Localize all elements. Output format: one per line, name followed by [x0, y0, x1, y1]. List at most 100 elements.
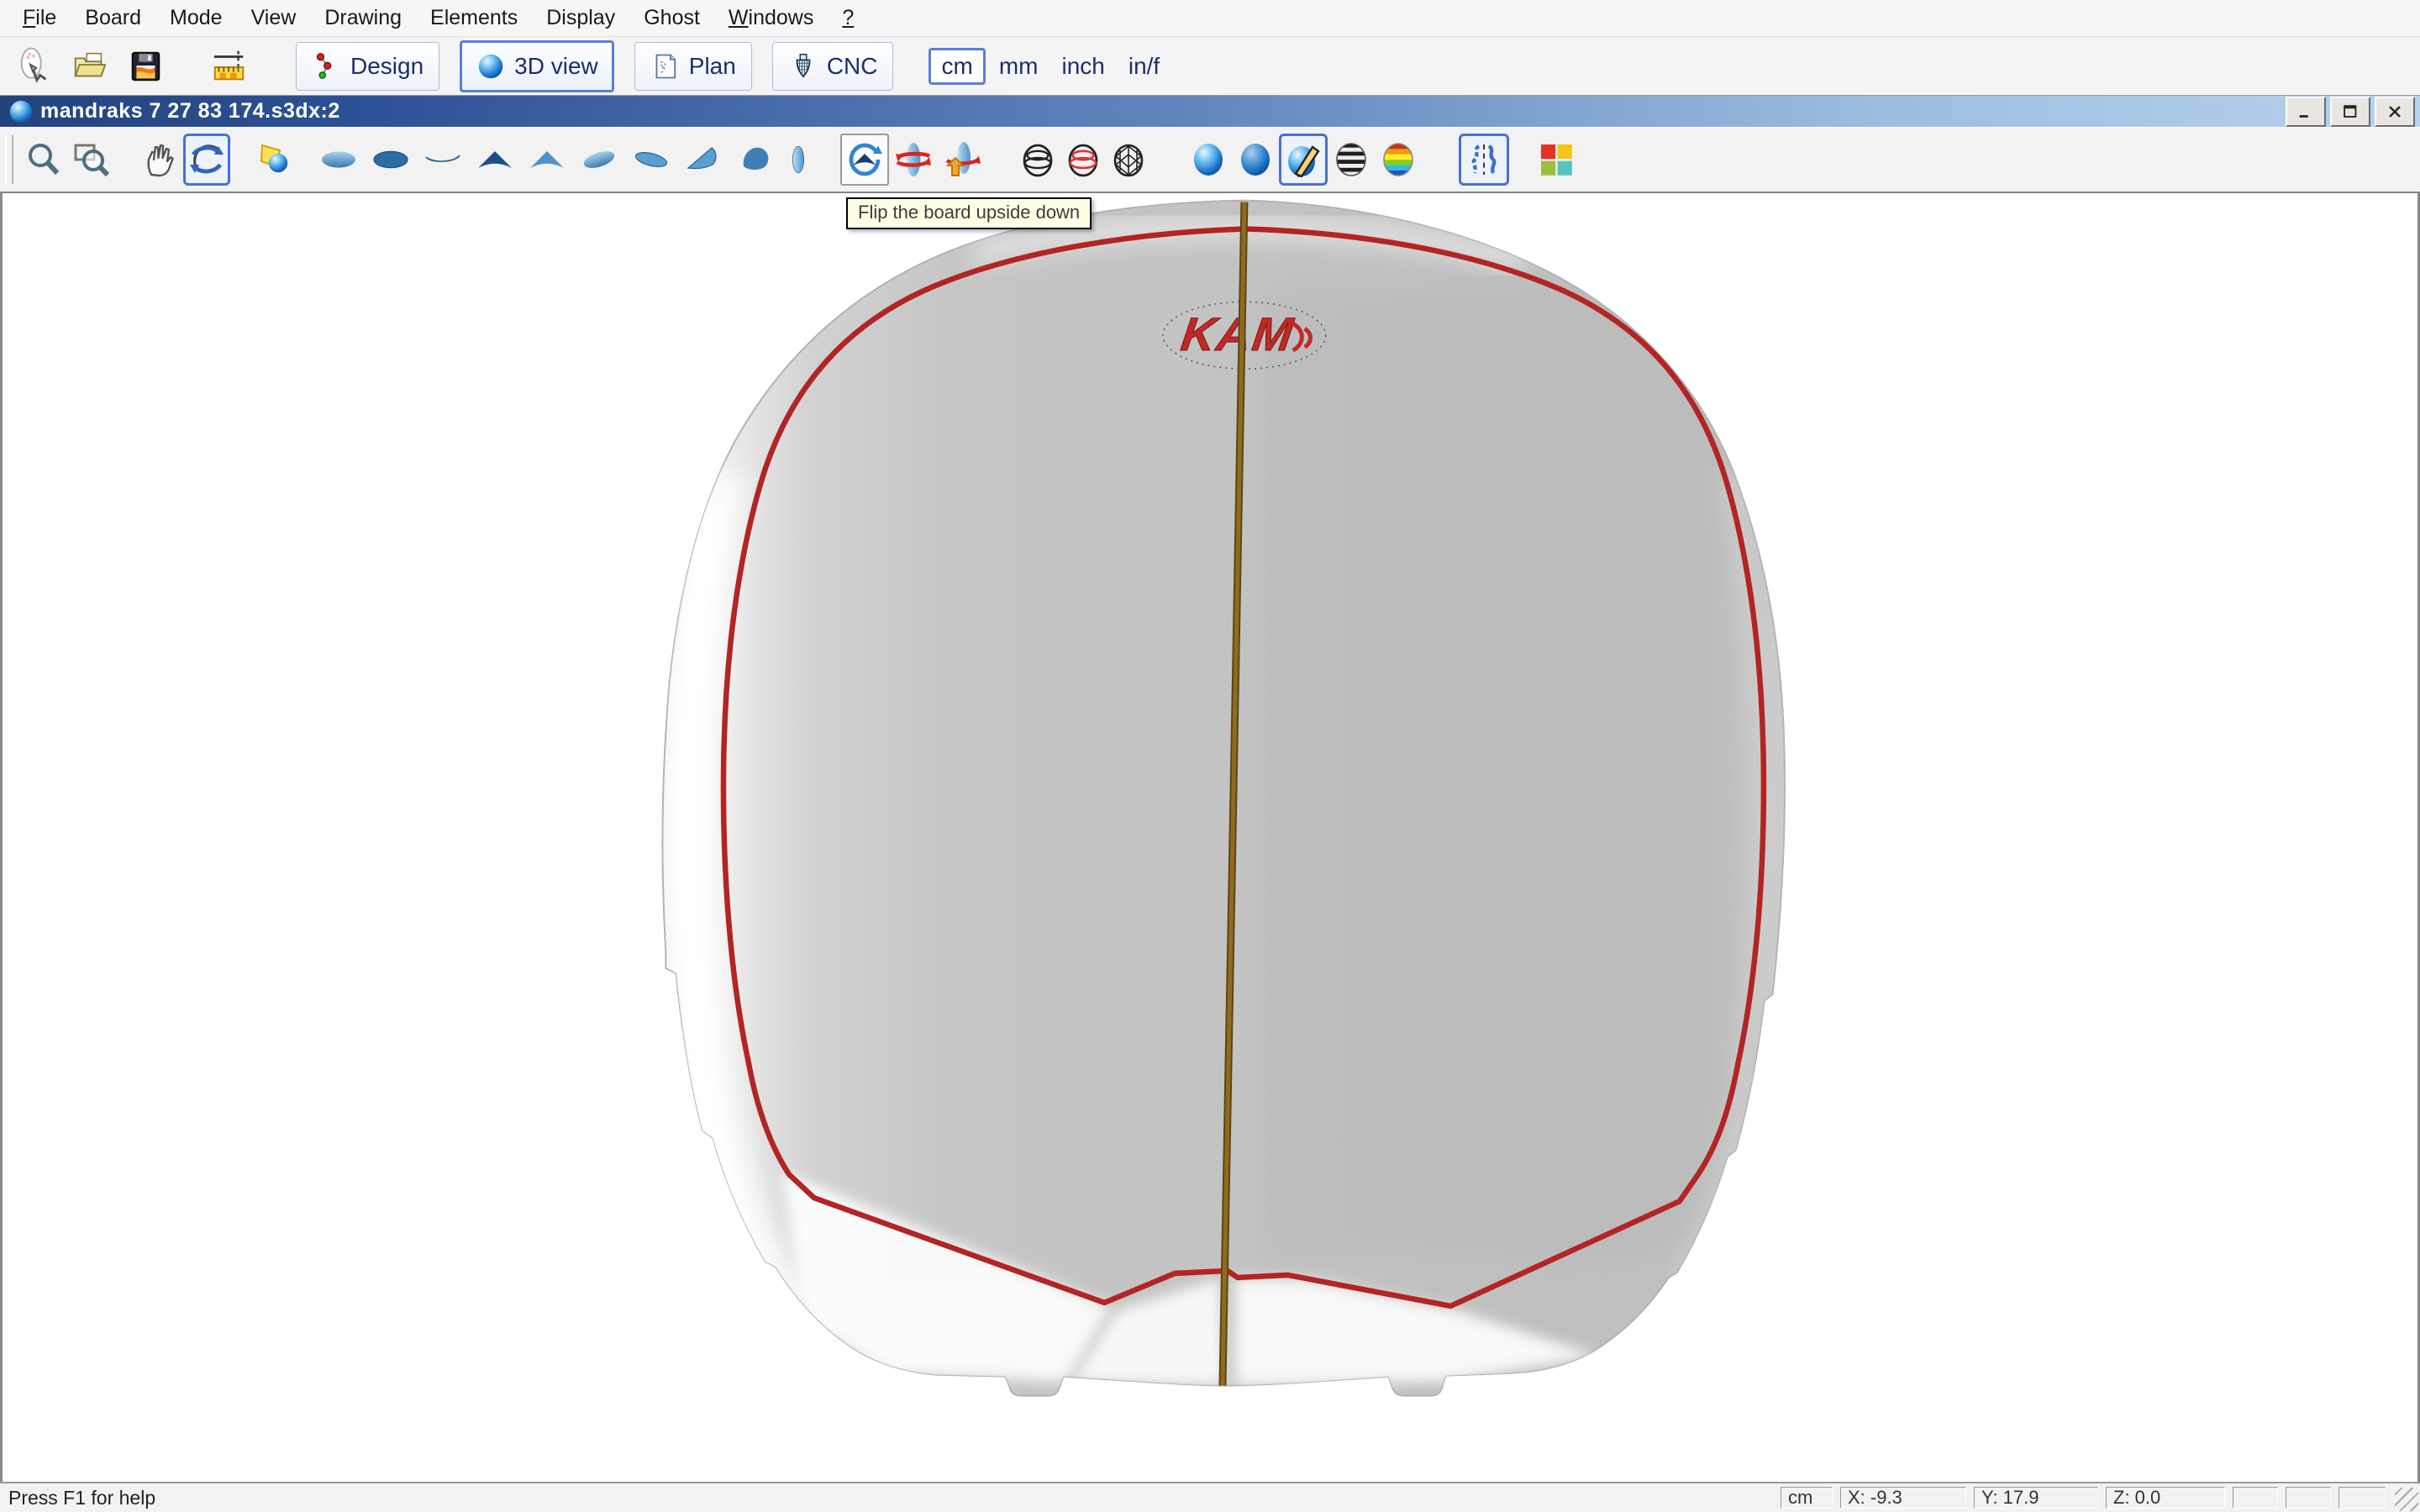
view-toolbar [0, 127, 2420, 192]
menu-drawing[interactable]: Drawing [310, 3, 416, 34]
status-empty-panel-2 [2286, 1487, 2331, 1509]
view-perspective-3-button[interactable] [677, 134, 729, 186]
view-perspective-2-button[interactable] [625, 134, 677, 186]
zoom-window-button[interactable] [67, 134, 114, 186]
maximize-button[interactable] [2330, 97, 2370, 127]
unit-selector: cm mm inch in/f [929, 48, 1170, 85]
pan-button[interactable] [136, 134, 183, 186]
wireframe-button[interactable] [1015, 134, 1060, 186]
menu-file[interactable]: File [8, 3, 71, 34]
3d-view-icon [476, 51, 506, 81]
render-rainbow-button[interactable] [1375, 134, 1422, 186]
unit-inch[interactable]: inch [1051, 48, 1114, 85]
menu-view[interactable]: View [237, 3, 311, 34]
menu-bar: File Board Mode View Drawing Elements Di… [0, 0, 2420, 37]
symmetry-icon [1464, 139, 1504, 180]
new-board-icon [15, 47, 54, 86]
view-top-button[interactable] [313, 134, 365, 186]
wireframe-slices-button[interactable] [1060, 134, 1106, 186]
rotate-3d-button[interactable] [183, 134, 230, 186]
plan-label: Plan [689, 53, 736, 80]
tooltip: Flip the board upside down [846, 197, 1092, 229]
zoom-window-icon [71, 139, 111, 180]
status-y-text: Y: 17.9 [1981, 1487, 2039, 1509]
3d-view-mode-button[interactable]: 3D view [460, 40, 614, 92]
view-front-button[interactable] [469, 134, 521, 186]
menu-ghost[interactable]: Ghost [629, 3, 714, 34]
design-mode-button[interactable]: Design [296, 42, 439, 91]
menu-display[interactable]: Display [532, 3, 629, 34]
menu-label: Ghost [644, 6, 700, 29]
design-icon [312, 51, 342, 81]
view-perspective-1-icon [579, 139, 619, 180]
color-settings-button[interactable] [1534, 134, 1578, 186]
render-decorated-button[interactable] [1279, 134, 1328, 186]
menu-label: Drawing [324, 6, 402, 29]
design-label: Design [350, 53, 424, 80]
minimize-button[interactable] [2286, 97, 2326, 127]
open-folder-icon [71, 47, 109, 86]
document-title-bar[interactable]: mandraks 7 27 83 174.s3dx:2 [0, 95, 2420, 127]
unit-mm[interactable]: mm [989, 48, 1049, 85]
flip-nose-tail-button[interactable] [938, 134, 986, 186]
view-perspective-4-icon [735, 139, 776, 180]
view-front-icon [475, 139, 515, 180]
view-outline-button[interactable] [781, 134, 815, 186]
wireframe-icon [1018, 139, 1058, 180]
shape3d-app: File Board Mode View Drawing Elements Di… [0, 0, 2420, 1512]
resize-grip[interactable] [2395, 1488, 2418, 1511]
view-perspective-4-button[interactable] [729, 134, 781, 186]
new-board-button[interactable] [10, 42, 59, 91]
menu-label: ? [842, 6, 854, 29]
lighting-button[interactable] [252, 134, 299, 186]
menu-board[interactable]: Board [71, 3, 155, 34]
view-back-icon [527, 139, 567, 180]
view-perspective-1-button[interactable] [573, 134, 625, 186]
menu-mode[interactable]: Mode [155, 3, 237, 34]
view-side-button[interactable] [417, 134, 469, 186]
close-button[interactable] [2375, 97, 2415, 127]
unit-inf[interactable]: in/f [1118, 48, 1170, 85]
rotate-3d-icon [187, 139, 227, 180]
view-back-button[interactable] [521, 134, 573, 186]
symmetry-button[interactable] [1459, 134, 1509, 186]
status-x-text: X: -9.3 [1848, 1487, 1902, 1509]
menu-label: indows [749, 6, 814, 29]
menu-elements[interactable]: Elements [416, 3, 532, 34]
viewport-3d[interactable]: KAM Flip the board upside down [0, 192, 2420, 1482]
cnc-label: CNC [827, 53, 878, 80]
document-title: mandraks 7 27 83 174.s3dx:2 [40, 99, 2281, 123]
save-file-button[interactable] [121, 42, 170, 91]
wireframe-slices-icon [1063, 139, 1103, 180]
render-stripes-button[interactable] [1328, 134, 1375, 186]
open-file-button[interactable] [66, 42, 114, 91]
status-unit: cm [1781, 1487, 1833, 1509]
plan-mode-button[interactable]: Plan [634, 42, 752, 91]
status-y-coordinate: Y: 17.9 [1974, 1487, 2098, 1509]
dimensions-button[interactable] [205, 42, 254, 91]
status-empty-panel-1 [2233, 1487, 2278, 1509]
menu-label: Elements [430, 6, 518, 29]
zoom-button[interactable] [20, 134, 67, 186]
render-solid-button[interactable] [1185, 134, 1232, 186]
status-x-coordinate: X: -9.3 [1840, 1487, 1966, 1509]
menu-windows[interactable]: Windows [714, 3, 828, 34]
view-perspective-2-icon [631, 139, 671, 180]
wireframe-mesh-button[interactable] [1106, 134, 1151, 186]
cnc-mode-button[interactable]: CNC [772, 42, 894, 91]
render-decorated-icon [1283, 139, 1323, 180]
flip-upside-down-button[interactable] [840, 134, 889, 186]
3d-view-label: 3D view [514, 53, 598, 80]
rotate-board-button[interactable] [889, 134, 938, 186]
render-shaded-button[interactable] [1232, 134, 1279, 186]
rotate-board-icon [893, 139, 934, 180]
unit-cm[interactable]: cm [929, 48, 985, 85]
menu-help[interactable]: ? [828, 3, 868, 34]
cnc-icon [788, 51, 818, 81]
tooltip-text: Flip the board upside down [858, 202, 1080, 223]
view-bottom-button[interactable] [365, 134, 417, 186]
main-toolbar: Design 3D view Plan CNC cm [0, 38, 2420, 94]
toolbar-grip[interactable] [5, 135, 13, 184]
view-bottom-icon [371, 139, 411, 180]
menu-label: Mode [170, 6, 223, 29]
